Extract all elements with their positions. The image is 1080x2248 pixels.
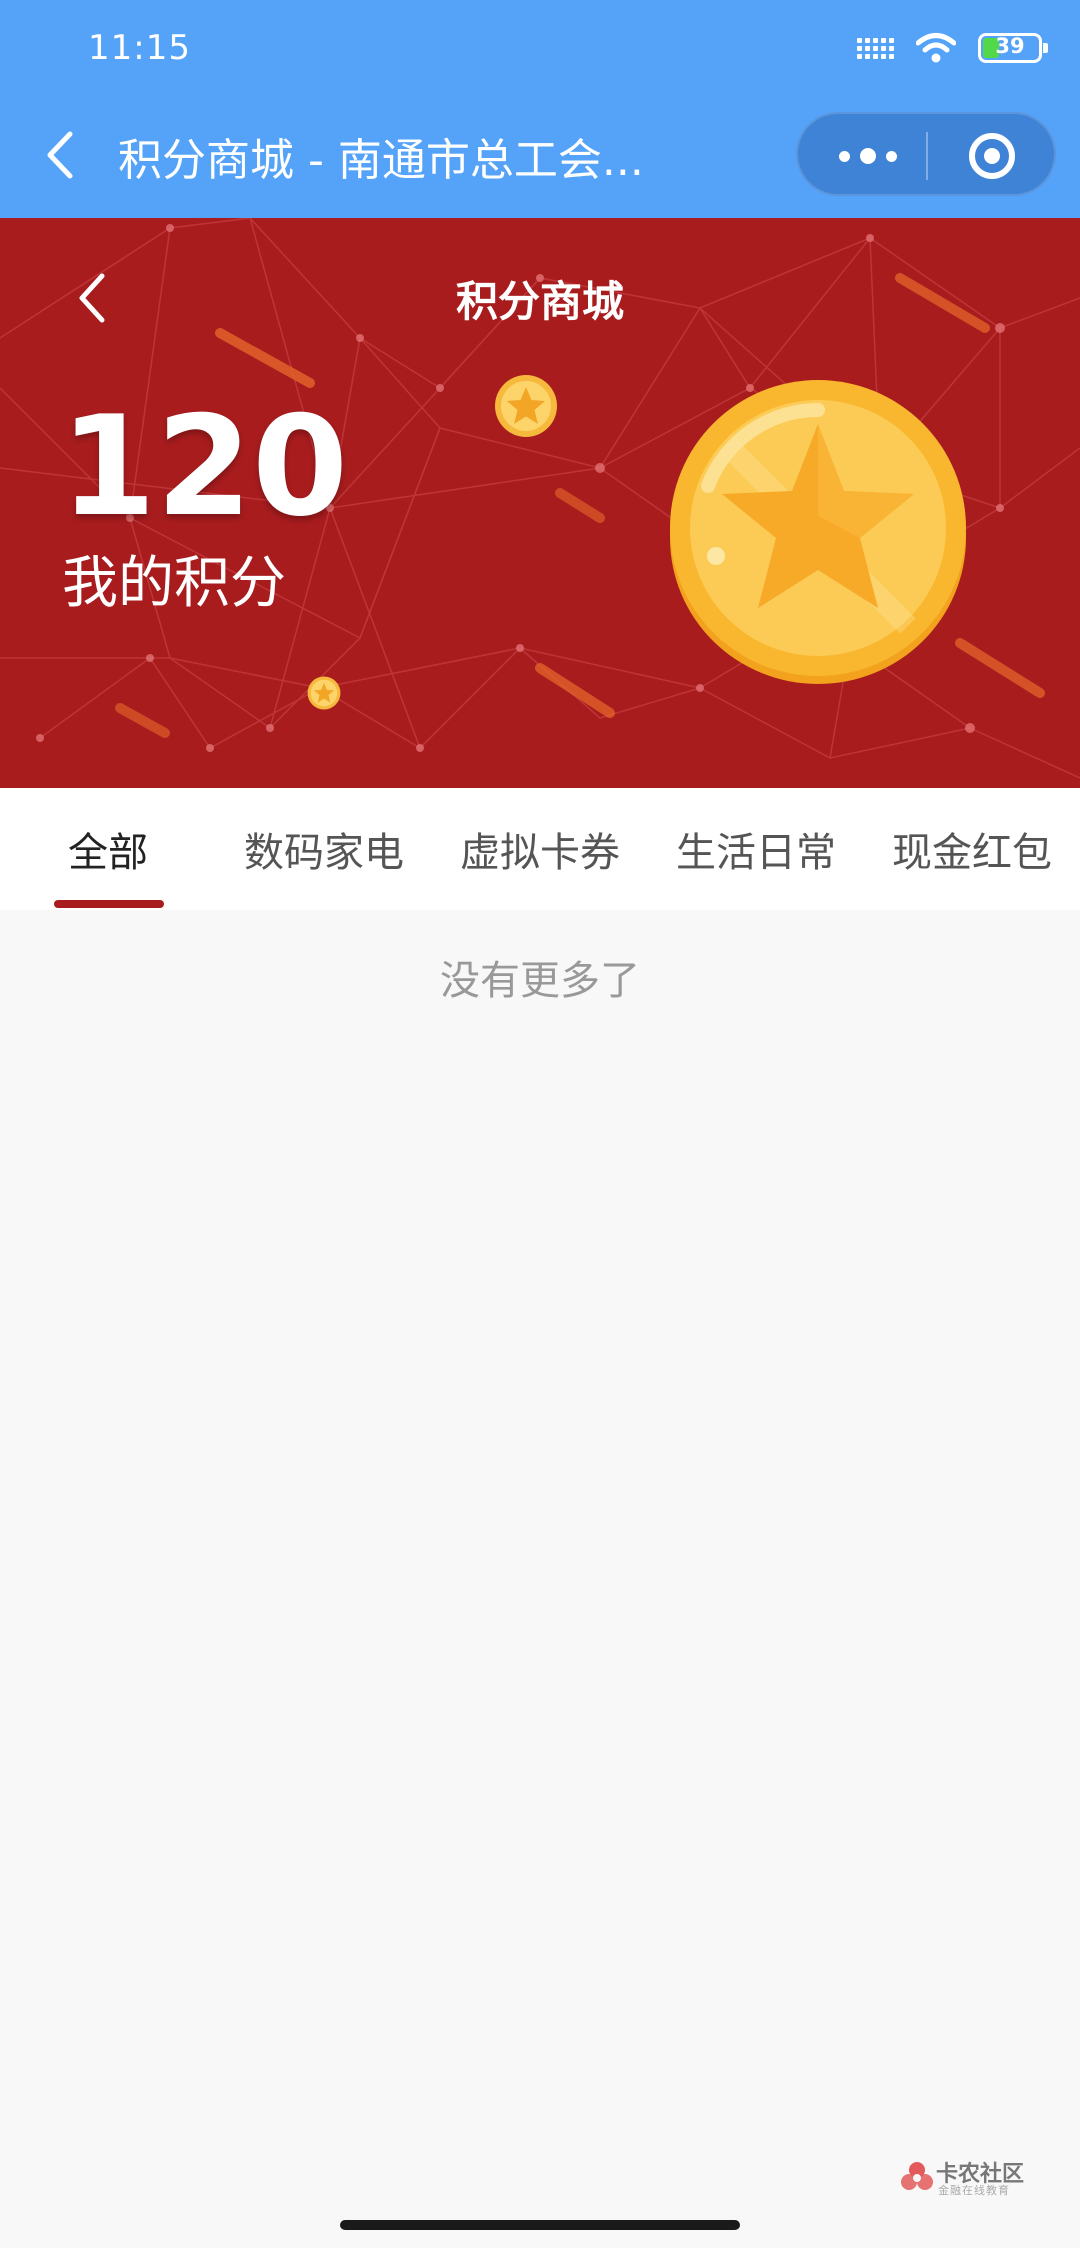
active-tab-indicator	[54, 900, 164, 908]
nav-back-icon[interactable]	[38, 122, 82, 188]
tab-all[interactable]: 全部	[0, 788, 216, 910]
tab-daily-life[interactable]: 生活日常	[648, 788, 864, 910]
star-coin-icon	[670, 380, 966, 684]
no-more-text: 没有更多了	[440, 958, 640, 1004]
points-label: 我的积分	[62, 551, 286, 616]
points-value: 120	[60, 386, 349, 547]
watermark: 卡农社区 金融在线教育	[900, 2158, 1060, 2198]
signal-icon	[857, 37, 894, 59]
mini-program-capsule	[796, 112, 1056, 196]
target-close-icon[interactable]	[942, 114, 1042, 198]
nav-title: 积分商城 - 南通市总工会...	[118, 135, 644, 184]
watermark-subtitle: 金融在线教育	[938, 2184, 1010, 2197]
status-time: 11:15	[88, 28, 191, 68]
wifi-icon	[916, 33, 956, 63]
small-star-coin-icon	[495, 375, 557, 437]
mini-program-header: 11:15 39 积分商城 - 南通市总工会...	[0, 0, 1080, 218]
tab-cash-red-packet[interactable]: 现金红包	[864, 788, 1080, 910]
more-dots-icon[interactable]	[818, 114, 918, 198]
battery-icon: 39	[978, 33, 1048, 63]
banner-title: 积分商城	[455, 277, 624, 326]
category-tabs: 全部 数码家电 虚拟卡券 生活日常 现金红包	[0, 788, 1080, 910]
home-indicator[interactable]	[340, 2220, 740, 2230]
watermark-logo-icon	[901, 2162, 933, 2190]
capsule-divider	[926, 132, 928, 180]
status-icons: 39	[857, 28, 1048, 68]
tab-virtual-coupons[interactable]: 虚拟卡券	[432, 788, 648, 910]
tab-digital-appliances[interactable]: 数码家电	[216, 788, 432, 910]
points-banner: 积分商城 120 我的积分	[0, 218, 1080, 788]
battery-level: 39	[995, 34, 1025, 58]
tiny-star-coin-icon	[307, 676, 341, 710]
